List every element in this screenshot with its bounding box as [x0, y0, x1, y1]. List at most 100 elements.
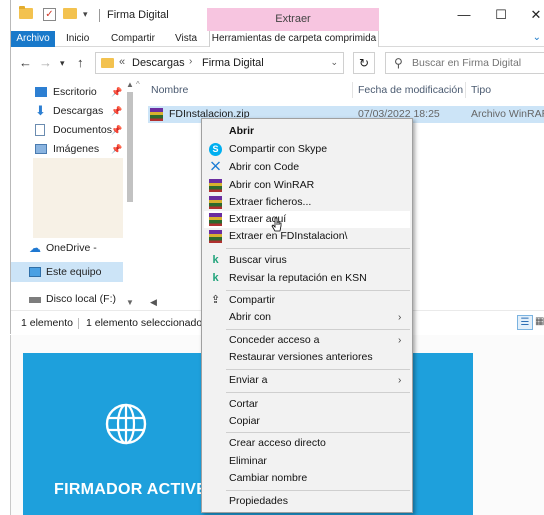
breadcrumb-overflow-icon[interactable]: «	[119, 56, 125, 68]
contextual-tab-extraer[interactable]: Extraer	[207, 8, 379, 31]
new-folder-icon[interactable]	[63, 8, 77, 19]
search-icon: ⚲	[394, 56, 403, 70]
scroll-left-icon[interactable]: ◀	[150, 297, 157, 308]
menu-item-compartir-skype[interactable]: S Compartir con Skype	[204, 141, 410, 158]
breadcrumb-separator-icon[interactable]: ›	[189, 56, 192, 67]
context-menu: Abrir S Compartir con Skype ⨉ Abrir con …	[201, 118, 413, 513]
file-type: Archivo WinRAR Z	[471, 108, 544, 120]
ribbon-expand-icon[interactable]: ⌄	[533, 32, 541, 43]
menu-item-extraer-ficheros[interactable]: Extraer ficheros...	[204, 194, 410, 211]
close-button[interactable]: ✕	[526, 6, 544, 24]
chevron-down-icon[interactable]: ⌄	[330, 57, 338, 68]
kaspersky-icon: k	[212, 254, 219, 266]
winrar-icon	[209, 213, 222, 226]
scrollbar-thumb[interactable]	[127, 92, 133, 202]
item-count: 1 elemento	[21, 317, 73, 329]
breadcrumb-descargas[interactable]: Descargas	[132, 57, 185, 69]
menu-item-propiedades[interactable]: Propiedades	[204, 493, 410, 510]
tiles-view-button[interactable]: ▦	[535, 315, 544, 330]
sidebar-item-disco-local[interactable]: Disco local (F:)	[11, 289, 123, 309]
menu-item-label: Cambiar nombre	[229, 472, 308, 484]
recent-locations-icon[interactable]: ▾	[60, 58, 65, 69]
scroll-down-icon[interactable]: ▼	[126, 298, 134, 307]
scroll-up-icon[interactable]: ▲	[126, 80, 134, 89]
sidebar-scrollbar[interactable]: ▲ ▼	[124, 78, 136, 310]
refresh-button[interactable]: ↻	[353, 52, 375, 74]
title-bar: ✓ ▾ Firma Digital Extraer — ☐ ✕	[11, 0, 544, 31]
status-separator	[78, 318, 79, 329]
menu-item-extraer-aqui[interactable]: Extraer aquí	[204, 211, 410, 228]
winrar-icon	[209, 179, 222, 192]
quick-access-dropdown-icon[interactable]: ▾	[83, 9, 88, 20]
forward-arrow-icon[interactable]: →	[39, 55, 52, 70]
winrar-icon	[209, 196, 222, 209]
menu-item-label: Enviar a	[229, 374, 268, 386]
menu-item-extraer-en[interactable]: Extraer en FDInstalacion\	[204, 228, 410, 245]
computer-icon	[29, 267, 41, 277]
menu-item-eliminar[interactable]: Eliminar	[204, 453, 410, 470]
tab-inicio[interactable]: Inicio	[66, 31, 89, 47]
menu-separator	[226, 248, 410, 249]
column-divider[interactable]	[465, 82, 466, 98]
breadcrumb-firma-digital[interactable]: Firma Digital	[202, 57, 264, 69]
tab-archivo[interactable]: Archivo	[11, 31, 55, 47]
sidebar-item-label: Escritorio	[53, 86, 97, 98]
sidebar-item-imagenes[interactable]: Imágenes 📌	[11, 139, 123, 159]
menu-item-restaurar-versiones[interactable]: Restaurar versiones anteriores	[204, 349, 410, 366]
menu-item-label: Buscar virus	[229, 254, 287, 266]
navigation-pane: Escritorio 📌 ⬇ Descargas 📌 Documentos 📌 …	[11, 78, 136, 310]
pin-icon: 📌	[111, 87, 123, 97]
menu-item-enviar-a[interactable]: Enviar a ›	[204, 372, 410, 389]
vscode-icon: ⨉	[211, 161, 220, 173]
address-bar[interactable]: « Descargas › Firma Digital ⌄	[95, 52, 344, 74]
menu-item-buscar-virus[interactable]: k Buscar virus	[204, 252, 410, 269]
search-box[interactable]: ⚲	[385, 52, 544, 74]
search-input[interactable]	[412, 54, 542, 72]
menu-separator	[226, 369, 410, 370]
minimize-button[interactable]: —	[454, 6, 474, 24]
details-view-button[interactable]: ☰	[517, 315, 533, 330]
sidebar-item-documentos[interactable]: Documentos 📌	[11, 120, 123, 140]
pin-icon: 📌	[111, 144, 123, 154]
menu-item-conceder-acceso[interactable]: Conceder acceso a ›	[204, 332, 410, 349]
column-divider[interactable]	[352, 82, 353, 98]
sidebar-item-descargas[interactable]: ⬇ Descargas 📌	[11, 101, 123, 121]
chevron-right-icon: ›	[398, 375, 402, 386]
maximize-button[interactable]: ☐	[491, 6, 511, 24]
column-header-nombre[interactable]: Nombre	[151, 84, 188, 96]
document-icon	[35, 124, 45, 136]
navigation-bar: ← → ▾ ↑ « Descargas › Firma Digital ⌄ ↻ …	[11, 48, 544, 78]
menu-item-abrir-con[interactable]: Abrir con ›	[204, 309, 410, 326]
menu-item-abrir[interactable]: Abrir	[204, 123, 410, 140]
up-arrow-icon[interactable]: ↑	[77, 55, 84, 70]
pin-icon: 📌	[111, 125, 123, 135]
window-title: Firma Digital	[107, 9, 169, 21]
kaspersky-icon: k	[212, 272, 219, 284]
obscured-sidebar-region	[33, 158, 123, 238]
menu-item-abrir-code[interactable]: ⨉ Abrir con Code	[204, 159, 410, 176]
menu-item-crear-acceso-directo[interactable]: Crear acceso directo	[204, 435, 410, 452]
menu-item-compartir[interactable]: ⇪ Compartir	[204, 292, 410, 309]
properties-check-icon[interactable]: ✓	[43, 8, 56, 21]
back-arrow-icon[interactable]: ←	[19, 55, 32, 70]
card-title: FIRMADOR ACTIVEX	[54, 481, 219, 498]
menu-item-abrir-winrar[interactable]: Abrir con WinRAR	[204, 177, 410, 194]
tab-herramientas-carpeta-comprimida[interactable]: Herramientas de carpeta comprimida	[209, 31, 379, 47]
tab-vista[interactable]: Vista	[175, 31, 197, 47]
menu-item-copiar[interactable]: Copiar	[204, 413, 410, 430]
column-header-fecha[interactable]: Fecha de modificación	[358, 84, 463, 96]
sidebar-item-onedrive[interactable]: ☁ OneDrive - Persor	[11, 238, 123, 274]
sort-indicator-icon: ^	[136, 80, 140, 89]
sidebar-item-este-equipo[interactable]: Este equipo	[11, 262, 123, 282]
menu-item-cortar[interactable]: Cortar	[204, 396, 410, 413]
menu-item-reputacion-ksn[interactable]: k Revisar la reputación en KSN	[204, 270, 410, 287]
chevron-right-icon: ›	[398, 335, 402, 346]
menu-separator	[226, 432, 410, 433]
tab-compartir[interactable]: Compartir	[111, 31, 155, 47]
share-icon: ⇪	[210, 294, 221, 306]
column-header-tipo[interactable]: Tipo	[471, 84, 491, 96]
menu-item-cambiar-nombre[interactable]: Cambiar nombre	[204, 470, 410, 487]
sidebar-item-escritorio[interactable]: Escritorio 📌	[11, 82, 123, 102]
cloud-icon: ☁	[29, 241, 41, 255]
menu-item-label: Extraer ficheros...	[229, 196, 312, 208]
